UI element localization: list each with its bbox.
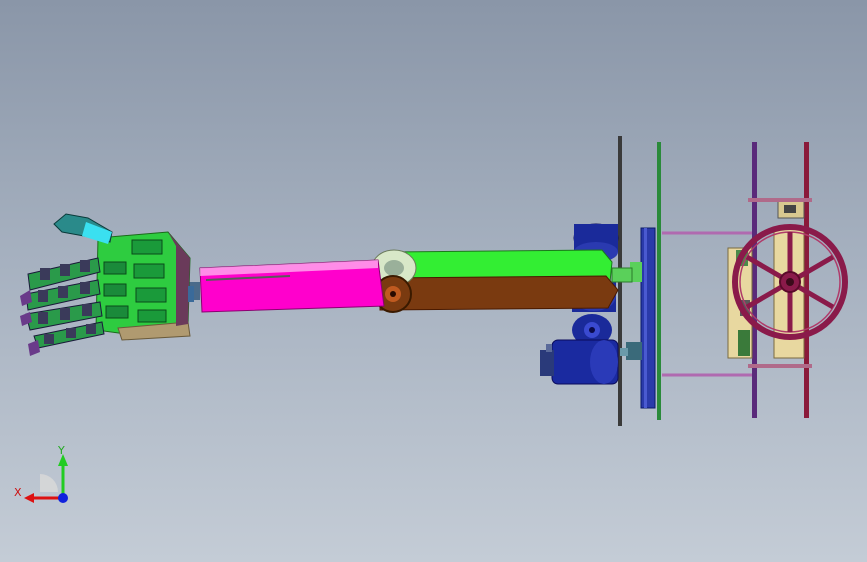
x-axis-label: X (14, 486, 22, 499)
x-axis-arrowhead (24, 493, 34, 503)
base-gear (620, 227, 656, 409)
coordinate-triad: Y X (14, 444, 68, 503)
upper-arm-belt-drive (371, 249, 633, 313)
cad-viewport[interactable] (0, 0, 867, 562)
forearm-link (186, 259, 385, 313)
triad-plane-shading (40, 474, 58, 492)
z-axis-dot (58, 493, 68, 503)
y-axis-label: Y (57, 444, 65, 457)
robotic-hand (20, 213, 194, 356)
